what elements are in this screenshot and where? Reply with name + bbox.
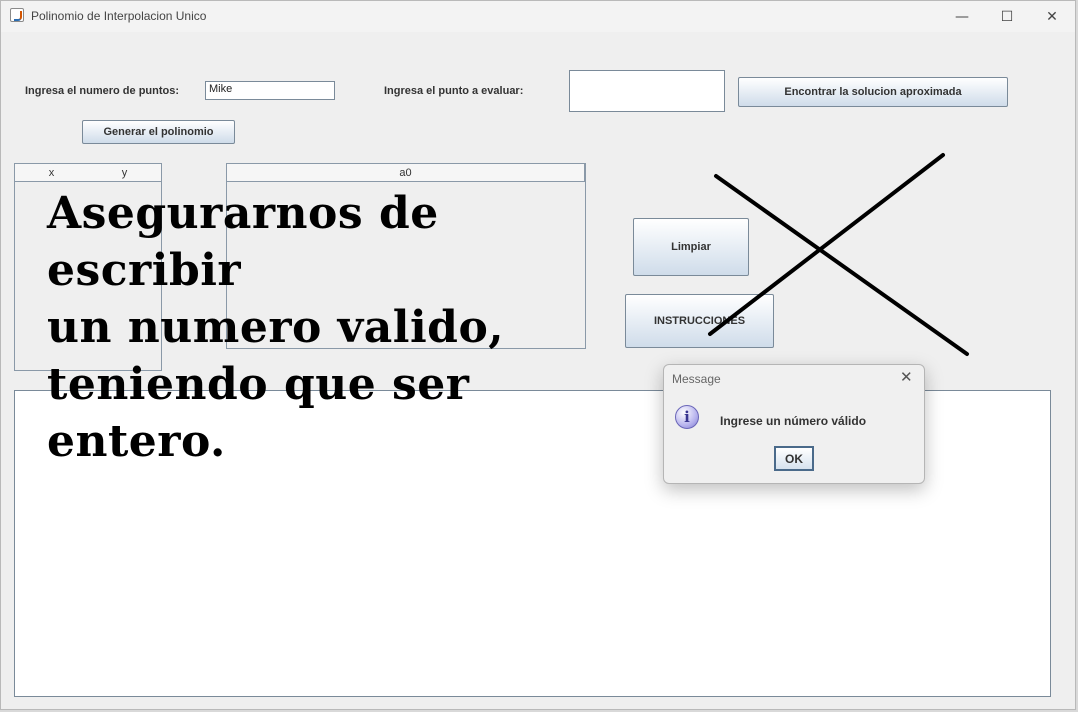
message-dialog: Message ✕ i Ingrese un número válido OK xyxy=(663,364,925,484)
annotation-line-1: Asegurarnos de escribir xyxy=(47,188,439,296)
close-icon[interactable]: ✕ xyxy=(1029,1,1075,32)
generate-polynomial-button[interactable]: Generar el polinomio xyxy=(82,120,235,144)
points-count-input[interactable]: Mike xyxy=(205,81,335,100)
window-title: Polinomio de Interpolacion Unico xyxy=(31,9,207,23)
title-bar: Polinomio de Interpolacion Unico — ☐ ✕ xyxy=(1,1,1075,32)
java-app-icon xyxy=(10,8,24,22)
info-icon: i xyxy=(675,405,699,429)
dialog-close-icon[interactable]: ✕ xyxy=(900,368,913,386)
app-window: Polinomio de Interpolacion Unico — ☐ ✕ I… xyxy=(0,0,1076,710)
annotation-line-3: teniendo que ser entero. xyxy=(47,359,470,467)
points-count-label: Ingresa el numero de puntos: xyxy=(25,85,180,97)
dialog-title: Message xyxy=(672,372,721,386)
eval-point-input[interactable] xyxy=(569,70,725,112)
annotation-line-2: un numero valido, xyxy=(47,302,505,353)
eval-point-label: Ingresa el punto a evaluar: xyxy=(384,85,524,97)
handwritten-annotation: Asegurarnos de escribir un numero valido… xyxy=(47,185,627,470)
minimize-icon[interactable]: — xyxy=(939,1,985,32)
points-table-header-x[interactable]: x xyxy=(15,164,89,182)
points-table-header-y[interactable]: y xyxy=(88,164,162,182)
maximize-icon[interactable]: ☐ xyxy=(984,1,1030,32)
find-solution-button[interactable]: Encontrar la solucion aproximada xyxy=(738,77,1008,107)
dialog-message: Ingrese un número válido xyxy=(720,414,867,428)
dialog-ok-button[interactable]: OK xyxy=(774,446,814,471)
x-mark-annotation xyxy=(708,153,969,356)
coef-table-header-a0[interactable]: a0 xyxy=(227,164,585,182)
